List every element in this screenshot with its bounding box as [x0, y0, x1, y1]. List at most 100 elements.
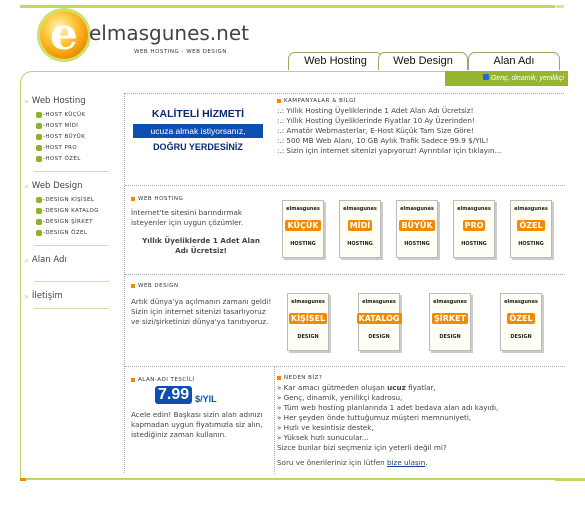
- slogan-text: Genç, dinamik, yenilikçi: [490, 75, 564, 82]
- why-item-bold: ucuz: [387, 383, 406, 392]
- sidebar-web-hosting[interactable]: » Web Hosting: [24, 96, 124, 106]
- sidebar-iletisim[interactable]: » İletişim: [24, 291, 124, 301]
- sidebar-item-design-ozel[interactable]: -DESIGN ÖZEL: [36, 227, 124, 238]
- package-brand: elmasgunes: [514, 206, 548, 212]
- package-box[interactable]: elmasgunes PRO HOSTING: [453, 200, 495, 258]
- sidebar-item-label: -HOST PRO: [43, 144, 78, 151]
- sidebar-divider: [34, 245, 109, 246]
- tab-web-design[interactable]: Web Design: [378, 52, 468, 70]
- orange-square-icon: [277, 99, 281, 103]
- why-item: » Yüksek hızlı sunucular...: [277, 433, 369, 442]
- package-brand: elmasgunes: [457, 206, 491, 212]
- sidebar-item-host-pro[interactable]: -HOST PRO: [36, 142, 124, 153]
- orange-square-icon: [131, 197, 135, 201]
- sidebar-item-host-kucuk[interactable]: -HOST KÜÇÜK: [36, 109, 124, 120]
- campaign-heading-text: KAMPANYALAR & BİLGİ: [284, 98, 356, 104]
- sidebar-item-design-katalog[interactable]: -DESIGN KATALOG: [36, 205, 124, 216]
- e-icon: [36, 144, 42, 151]
- package-name: ÖZEL: [517, 220, 545, 231]
- site-name[interactable]: elmasgunes.net: [89, 21, 249, 45]
- hosting-info: WEB HOSTING İnternet'te sitesini barındı…: [131, 196, 271, 256]
- why-contact: Soru ve önerileriniz için lütfen bize ul…: [277, 458, 562, 468]
- package-footer: DESIGN: [368, 334, 390, 340]
- sidebar-item-label: -DESIGN KATALOG: [43, 207, 99, 214]
- sidebar-item-label: -HOST ÖZEL: [43, 155, 81, 162]
- why-item: » Genç, dinamik, yenilikçi kadrosu,: [277, 393, 403, 402]
- campaign-list: :.: Yıllık Hosting Üyeliklerinde 1 Adet …: [277, 106, 562, 156]
- why-item: » Kar amacı gütmeden oluşan ucuz fiyatla…: [277, 383, 562, 393]
- bottom-accent-end: [555, 478, 585, 481]
- promo-banner[interactable]: KALİTELİ HİZMETİ ucuza almak istiyorsanı…: [133, 108, 263, 170]
- sidebar-divider: [34, 308, 109, 309]
- e-icon: [36, 133, 42, 140]
- why-contact-end: .: [425, 458, 428, 467]
- package-brand: elmasgunes: [504, 299, 538, 305]
- package-box[interactable]: elmasgunes ŞİRKET DESIGN: [429, 293, 471, 351]
- package-box[interactable]: elmasgunes MİDİ HOSTING: [339, 200, 381, 258]
- sidebar-item-host-buyuk[interactable]: -HOST BÜYÜK: [36, 131, 124, 142]
- package-box[interactable]: elmasgunes KATALOG DESIGN: [356, 293, 402, 351]
- sidebar-alan-adi[interactable]: » Alan Adı: [24, 255, 124, 265]
- sidebar-item-design-kisisel[interactable]: -DESIGN KİŞİSEL: [36, 194, 124, 205]
- package-box[interactable]: elmasgunes ÖZEL DESIGN: [500, 293, 542, 351]
- package-footer: DESIGN: [439, 334, 461, 340]
- e-icon: [36, 229, 42, 236]
- package-name: KATALOG: [356, 313, 402, 324]
- domain-text: Acele edin! Başkası sizin alan adınızı k…: [131, 410, 263, 439]
- package-footer: HOSTING: [461, 241, 487, 247]
- sidebar-label: Web Design: [31, 181, 83, 191]
- why-heading: NEDEN BİZ?: [277, 375, 562, 381]
- bottom-accent: [20, 478, 26, 481]
- e-icon: [36, 207, 42, 214]
- why-contact-text: Soru ve önerileriniz için lütfen: [277, 458, 385, 467]
- hosting-text: İnternet'te sitesini barındırmak isteyen…: [131, 208, 244, 227]
- hosting-row: WEB HOSTING İnternet'te sitesini barındı…: [125, 186, 565, 275]
- design-info: WEB DESIGN Artık dünya'ya açılmanın zama…: [131, 283, 276, 327]
- campaign-item[interactable]: :.: 500 MB Web Alanı, 10 GB Aylık Trafik…: [277, 136, 562, 146]
- sidebar-web-design[interactable]: » Web Design: [24, 181, 124, 191]
- top-accent-bar: [20, 5, 555, 8]
- package-box[interactable]: elmasgunes BÜYÜK HOSTING: [396, 200, 438, 258]
- site-logo[interactable]: e: [40, 9, 88, 60]
- campaign-item[interactable]: :.: Yıllık Hosting Üyeliklerinde 1 Adet …: [277, 106, 562, 116]
- sidebar-item-host-ozel[interactable]: -HOST ÖZEL: [36, 153, 124, 164]
- sidebar-item-design-sirket[interactable]: -DESIGN ŞİRKET: [36, 216, 124, 227]
- package-box[interactable]: elmasgunes KİŞİSEL DESIGN: [287, 293, 329, 351]
- package-brand: elmasgunes: [286, 206, 320, 212]
- campaign-heading: KAMPANYALAR & BİLGİ: [277, 98, 562, 104]
- contact-link[interactable]: bize ulaşın: [387, 458, 425, 467]
- package-box[interactable]: elmasgunes ÖZEL HOSTING: [510, 200, 552, 258]
- campaign-item[interactable]: :.: Amatör Webmasterlar, E-Host Küçük Ta…: [277, 126, 562, 136]
- domain-price-value: 7.99: [155, 386, 193, 404]
- domain-heading-text: ALAN-ADI TESCİLİ: [138, 377, 195, 383]
- bottom-line: [20, 479, 568, 480]
- e-icon: [36, 111, 42, 118]
- tab-web-hosting[interactable]: Web Hosting: [288, 52, 383, 70]
- sidebar-item-host-midi[interactable]: -HOST MİDİ: [36, 120, 124, 131]
- package-name: ŞİRKET: [431, 313, 469, 324]
- package-brand: elmasgunes: [400, 206, 434, 212]
- package-name: KÜÇÜK: [285, 220, 321, 231]
- logo-glyph: e: [50, 9, 78, 60]
- orange-square-icon: [131, 378, 135, 382]
- package-box[interactable]: elmasgunes KÜÇÜK HOSTING: [282, 200, 324, 258]
- hosting-heading-text: WEB HOSTING: [138, 196, 184, 202]
- sidebar: » Web Hosting -HOST KÜÇÜK -HOST MİDİ -HOS…: [24, 96, 124, 318]
- why-heading-text: NEDEN BİZ?: [284, 375, 323, 381]
- package-name: KİŞİSEL: [288, 313, 328, 324]
- bullet-icon: »: [24, 255, 29, 265]
- e-icon: [36, 196, 42, 203]
- sidebar-item-label: -HOST MİDİ: [43, 122, 79, 129]
- diamond-icon: [482, 74, 489, 80]
- package-name: MİDİ: [347, 220, 373, 231]
- site-tagline: WEB HOSTING - WEB DESIGN: [134, 49, 227, 55]
- design-heading: WEB DESIGN: [131, 283, 276, 289]
- domain-panel: ALAN-ADI TESCİLİ 7.99 $/YIL Acele edin! …: [125, 367, 275, 474]
- campaign-item[interactable]: :.: Sizin için internet sitenizi yapıyor…: [277, 146, 562, 156]
- package-name: BÜYÜK: [399, 220, 435, 231]
- why-item: » Hızlı ve kesintisiz destek,: [277, 423, 374, 432]
- campaign-item[interactable]: :.: Yıllık Hosting Üyeliklerinde Fiyatla…: [277, 116, 562, 126]
- sidebar-item-label: -HOST KÜÇÜK: [43, 111, 86, 118]
- sidebar-item-label: -DESIGN KİŞİSEL: [43, 196, 95, 203]
- tab-alan-adi[interactable]: Alan Adı: [468, 52, 560, 70]
